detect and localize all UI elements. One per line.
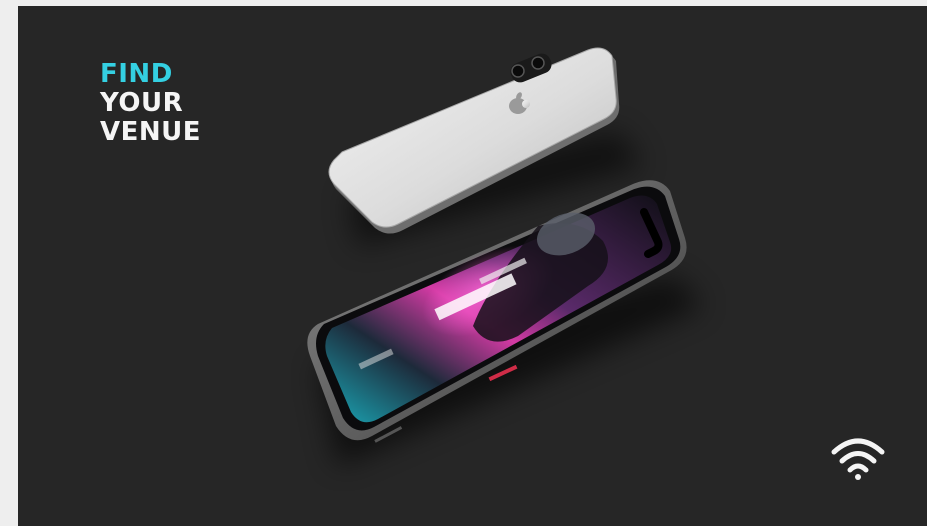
camera-lens-1 — [511, 64, 525, 78]
promo-canvas: FIND YOUR VENUE — [18, 6, 927, 526]
phones-scene — [307, 47, 703, 466]
camera-lens-2 — [531, 56, 545, 70]
wifi-icon — [831, 438, 885, 480]
